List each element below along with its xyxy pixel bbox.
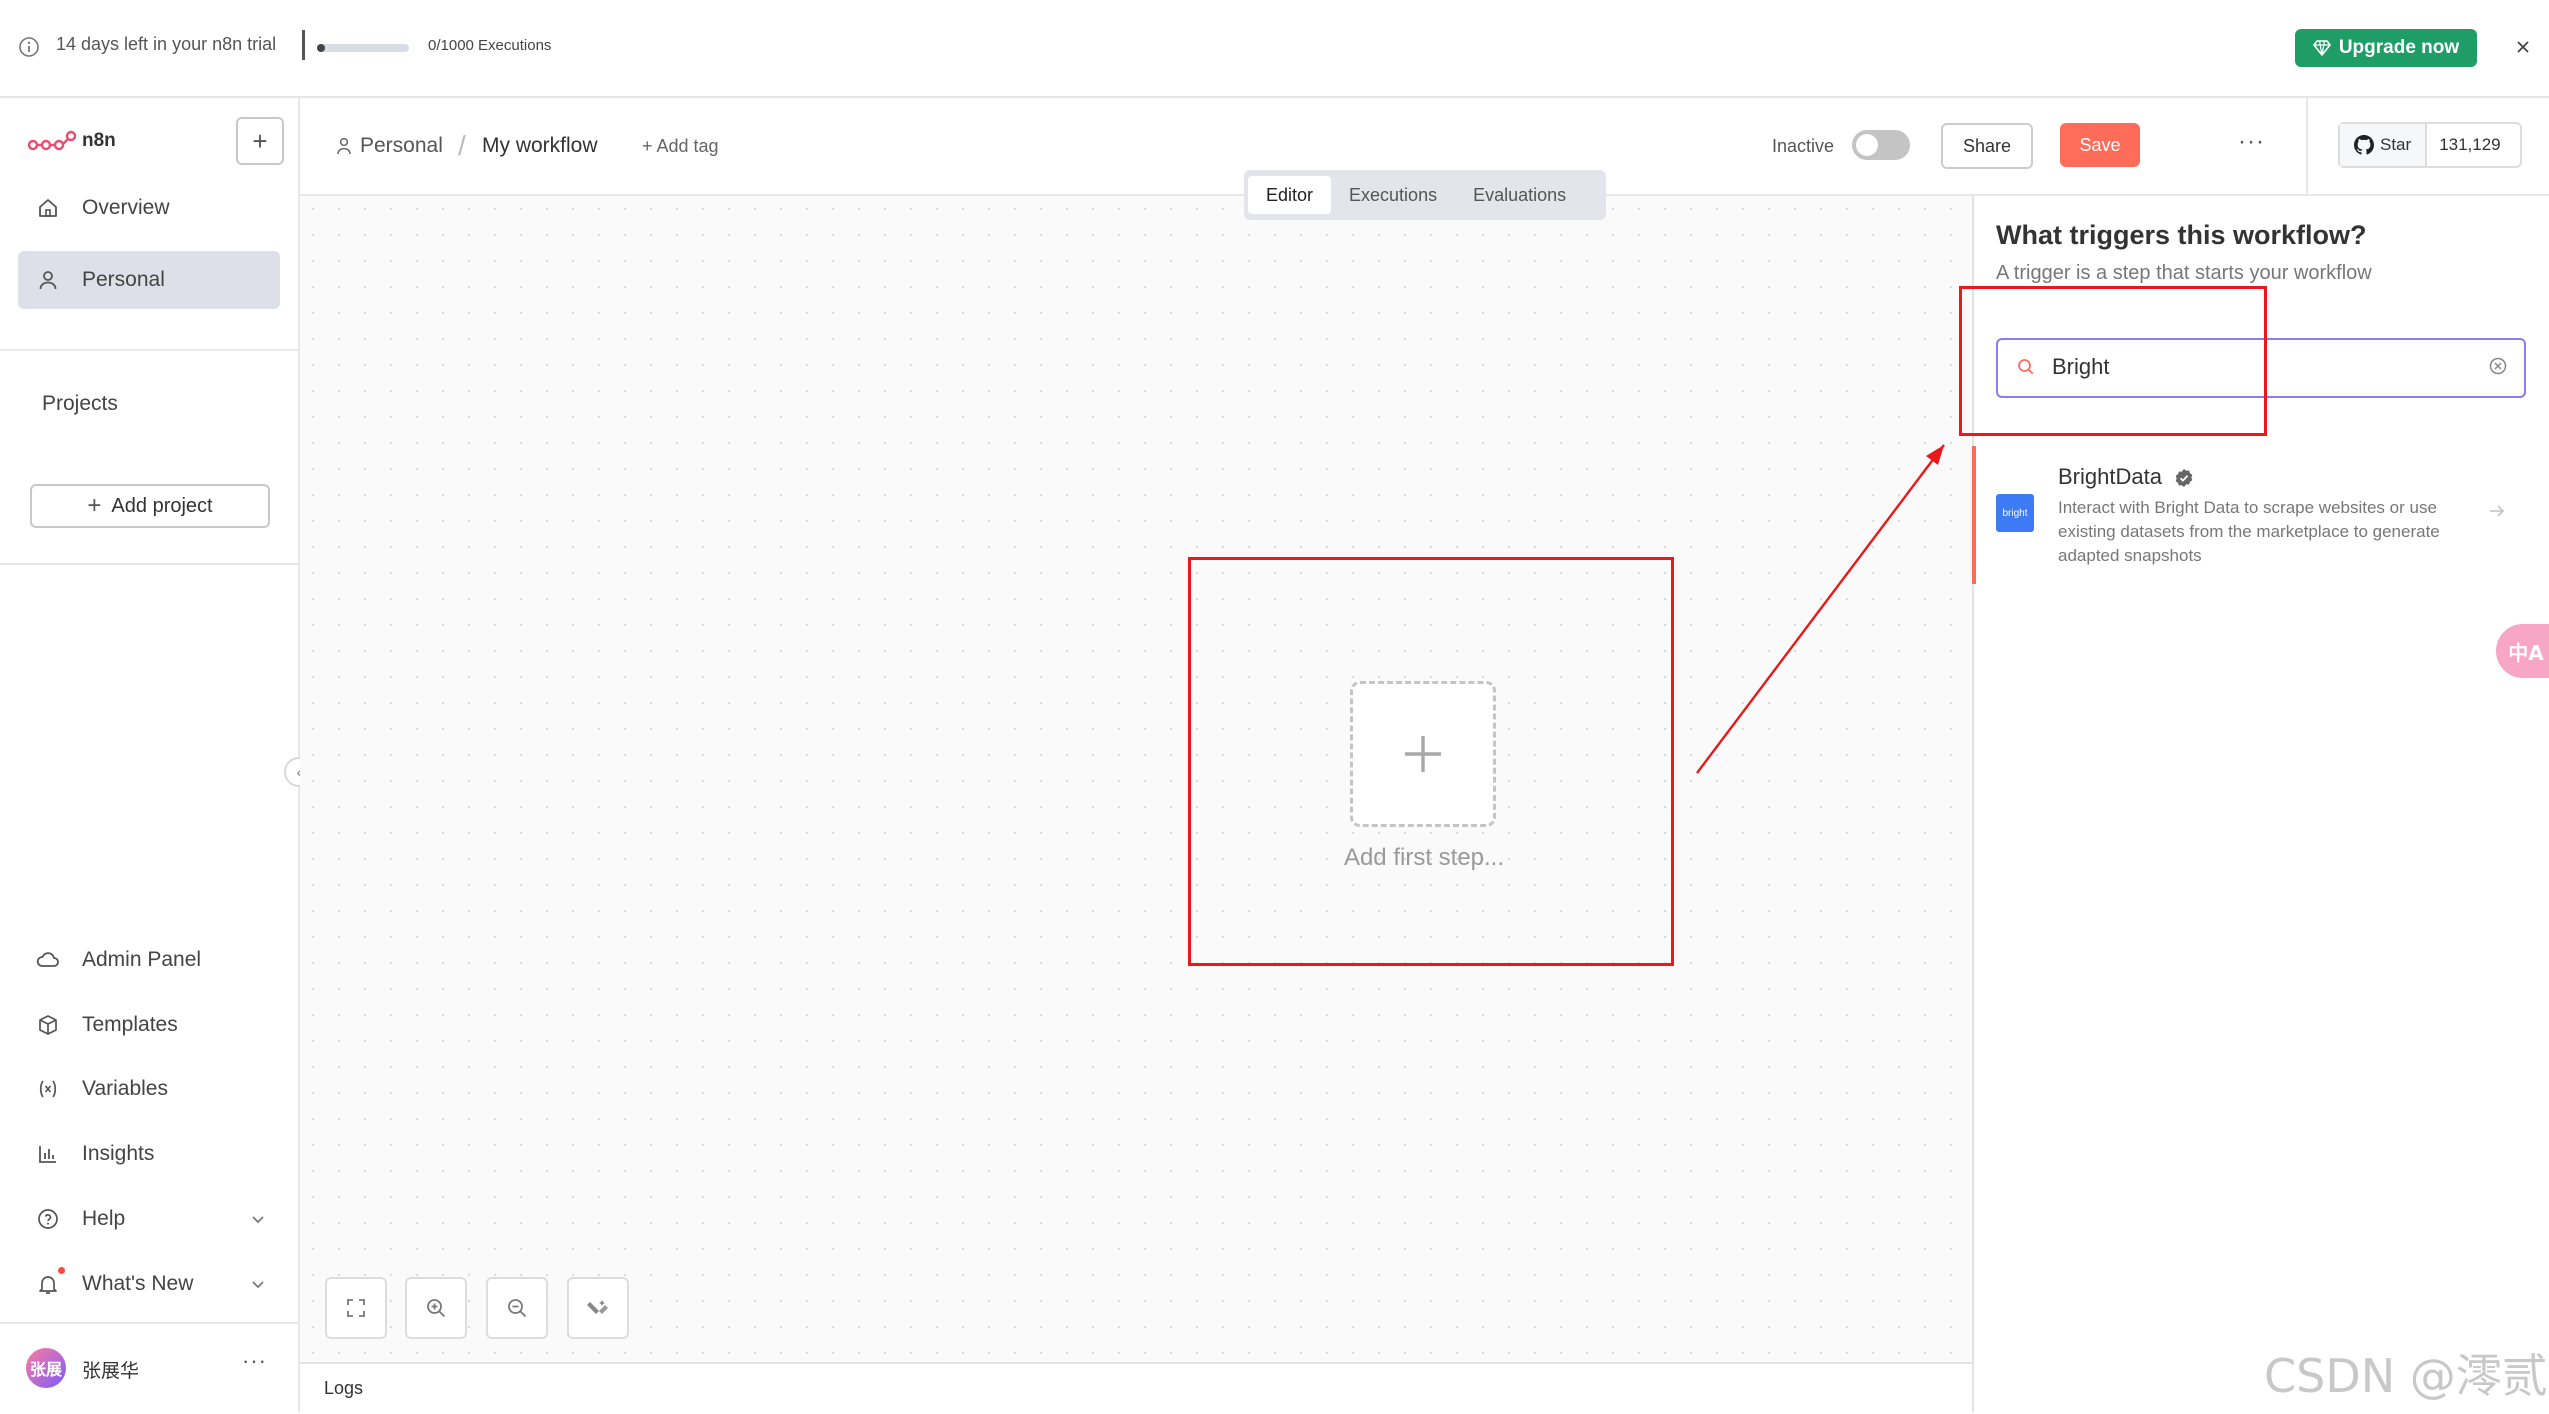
chart-icon xyxy=(34,1143,62,1165)
sidebar-item-label: Personal xyxy=(82,268,165,291)
brightdata-logo: bright xyxy=(1996,494,2034,532)
node-name: BrightData xyxy=(2058,464,2162,489)
sidebar-item-label: What's New xyxy=(82,1272,194,1295)
logs-label: Logs xyxy=(324,1378,364,1398)
user-menu-button[interactable]: ··· xyxy=(242,1348,267,1374)
chevron-down-icon xyxy=(250,1279,266,1289)
annotation-box-search xyxy=(1959,286,2267,436)
plus-icon: + xyxy=(87,492,102,519)
more-options-button[interactable]: ··· xyxy=(2238,128,2265,156)
n8n-logo-icon xyxy=(28,130,76,154)
logs-bar[interactable] xyxy=(300,1362,1972,1414)
annotation-arrow xyxy=(1696,444,1945,774)
bell-icon xyxy=(34,1273,62,1295)
help-icon xyxy=(34,1208,62,1230)
trial-days-text: 14 days left in your n8n trial xyxy=(56,34,277,54)
user-icon xyxy=(336,137,352,155)
github-star-label: Star xyxy=(2380,135,2412,154)
annotation-box-canvas xyxy=(1188,557,1674,966)
executions-progress-bar xyxy=(317,44,409,52)
add-project-button[interactable]: + Add project xyxy=(30,484,270,528)
breadcrumb-project[interactable]: Personal xyxy=(360,134,443,158)
sidebar-item-overview[interactable]: Overview xyxy=(18,179,280,237)
tab-editor[interactable]: Editor xyxy=(1248,176,1332,214)
user-icon xyxy=(34,269,62,291)
sidebar-item-label: Admin Panel xyxy=(82,948,202,971)
upgrade-now-button[interactable]: Upgrade now xyxy=(2295,29,2477,67)
tab-executions[interactable]: Executions xyxy=(1331,176,1455,214)
breadcrumb-separator: / xyxy=(458,130,466,161)
sidebar-item-label: Variables xyxy=(82,1077,168,1100)
sidebar-item-whats-new[interactable]: What's New xyxy=(18,1255,280,1313)
tab-evaluations[interactable]: Evaluations xyxy=(1455,176,1584,214)
variable-icon xyxy=(34,1078,62,1100)
avatar[interactable]: 张展 xyxy=(26,1348,66,1388)
sidebar-item-personal[interactable]: Personal xyxy=(18,251,280,309)
chevron-down-icon xyxy=(250,1214,266,1224)
github-star-button[interactable]: Star 131,129 xyxy=(2338,122,2522,168)
fit-view-icon xyxy=(345,1297,367,1319)
sidebar-divider xyxy=(0,1322,298,1324)
diamond-icon xyxy=(2313,40,2331,56)
executions-count-text: 0/1000 Executions xyxy=(428,37,552,54)
sidebar-divider xyxy=(0,349,298,351)
save-button[interactable]: Save xyxy=(2060,123,2140,167)
sidebar-item-insights[interactable]: Insights xyxy=(18,1125,280,1183)
home-icon xyxy=(34,197,62,219)
github-star-count: 131,129 xyxy=(2439,135,2501,154)
sidebar-item-variables[interactable]: Variables xyxy=(18,1060,280,1118)
zoom-out-button[interactable] xyxy=(486,1277,548,1339)
watermark: CSDN @澪贰 xyxy=(2264,1349,2548,1403)
header-divider xyxy=(2306,98,2308,194)
workflow-name[interactable]: My workflow xyxy=(482,134,598,158)
sidebar-item-templates[interactable]: Templates xyxy=(18,996,280,1054)
sidebar-item-label: Overview xyxy=(82,196,170,219)
cloud-icon xyxy=(34,950,62,970)
trial-banner: 14 days left in your n8n trial 0/1000 Ex… xyxy=(0,0,2549,98)
github-icon xyxy=(2354,135,2374,155)
panel-title: What triggers this workflow? xyxy=(1996,220,2367,250)
sidebar-item-label: Help xyxy=(82,1207,126,1230)
create-new-button[interactable]: + xyxy=(236,117,284,165)
notification-dot xyxy=(58,1267,65,1274)
add-tag-button[interactable]: + Add tag xyxy=(642,136,719,157)
add-project-label: Add project xyxy=(111,494,213,517)
tidy-up-icon xyxy=(586,1296,610,1320)
active-status-label: Inactive xyxy=(1772,136,1835,156)
panel-subtitle: A trigger is a step that starts your wor… xyxy=(1996,262,2372,284)
view-tabs: Editor Executions Evaluations xyxy=(1244,170,1606,220)
info-icon xyxy=(18,36,40,58)
tidy-up-button[interactable] xyxy=(567,1277,629,1339)
banner-divider xyxy=(302,30,305,60)
executions-progress-fill xyxy=(317,44,325,52)
arrow-right-icon xyxy=(2488,504,2506,518)
zoom-in-button[interactable] xyxy=(405,1277,467,1339)
translate-button[interactable]: 中A xyxy=(2496,624,2549,678)
toggle-knob xyxy=(1856,134,1878,156)
sidebar-divider xyxy=(0,563,298,565)
sidebar-item-admin-panel[interactable]: Admin Panel xyxy=(18,931,280,989)
close-banner-icon[interactable] xyxy=(2514,38,2532,56)
zoom-in-icon xyxy=(425,1297,447,1319)
clear-search-icon[interactable] xyxy=(2488,356,2508,376)
fit-view-button[interactable] xyxy=(325,1277,387,1339)
upgrade-label: Upgrade now xyxy=(2338,37,2460,58)
projects-heading: Projects xyxy=(42,392,118,415)
node-description: Interact with Bright Data to scrape webs… xyxy=(2058,498,2440,565)
verified-badge-icon xyxy=(2174,468,2194,488)
sidebar-item-help[interactable]: Help xyxy=(18,1190,280,1248)
sidebar-item-label: Insights xyxy=(82,1142,155,1165)
share-button[interactable]: Share xyxy=(1941,123,2033,169)
sidebar-item-label: Templates xyxy=(82,1013,178,1036)
box-icon xyxy=(34,1014,62,1036)
zoom-out-icon xyxy=(506,1297,528,1319)
app-name: n8n xyxy=(82,130,116,151)
user-name: 张展华 xyxy=(82,1360,140,1382)
